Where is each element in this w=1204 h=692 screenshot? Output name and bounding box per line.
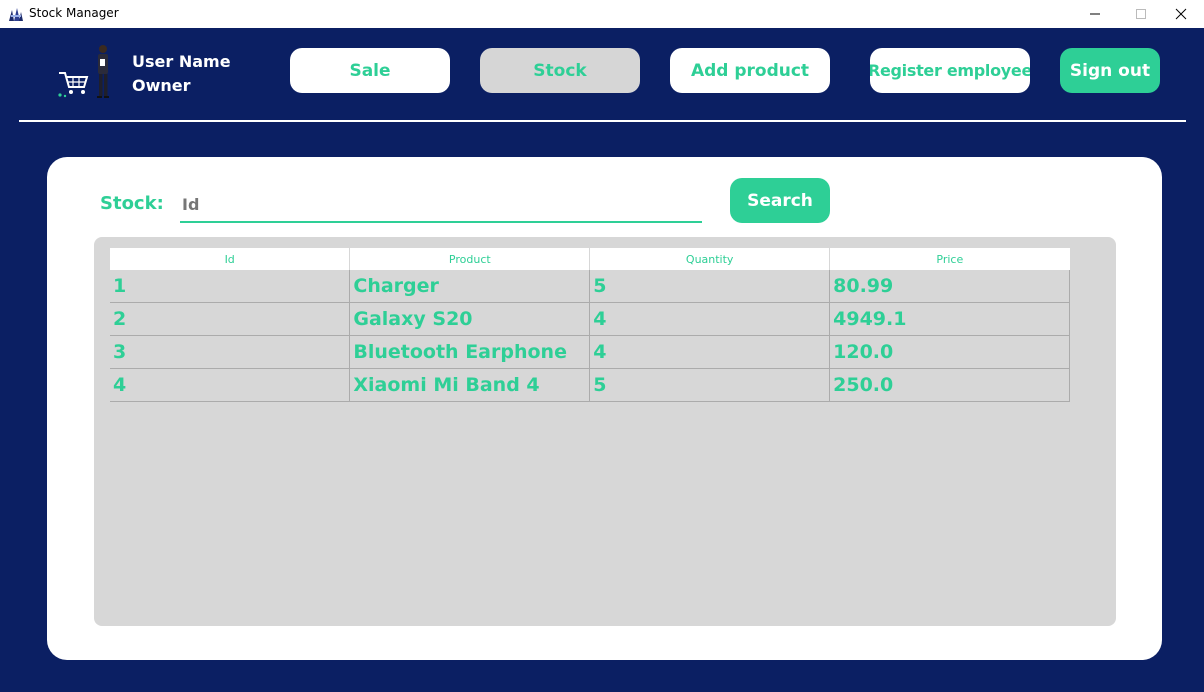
stock-table: Id Product Quantity Price 1 Charger 5 80… <box>110 248 1070 402</box>
cell-quantity[interactable]: 4 <box>589 302 831 336</box>
table-row[interactable]: 3 Bluetooth Earphone 4 120.0 <box>110 335 1070 369</box>
stock-id-search-input[interactable] <box>180 187 702 223</box>
table-row[interactable]: 4 Xiaomi Mi Band 4 5 250.0 <box>110 368 1070 402</box>
column-header-product[interactable]: Product <box>349 248 591 270</box>
cell-product[interactable]: Bluetooth Earphone <box>349 335 591 369</box>
sign-out-button[interactable]: Sign out <box>1060 48 1160 93</box>
header-divider <box>19 120 1186 122</box>
table-header-row: Id Product Quantity Price <box>110 248 1070 270</box>
cell-quantity[interactable]: 5 <box>589 368 831 402</box>
user-name: User Name <box>132 52 231 71</box>
close-icon <box>1175 8 1187 20</box>
stock-label: Stock: <box>100 193 164 214</box>
stock-button[interactable]: Stock <box>480 48 640 93</box>
search-button[interactable]: Search <box>730 178 830 223</box>
window-title: Stock Manager <box>29 6 119 20</box>
cell-product[interactable]: Galaxy S20 <box>349 302 591 336</box>
close-button[interactable] <box>1158 0 1204 28</box>
user-role: Owner <box>132 76 191 95</box>
cell-id[interactable]: 2 <box>110 302 351 336</box>
cell-price[interactable]: 4949.1 <box>829 302 1070 336</box>
table-row[interactable]: 1 Charger 5 80.99 <box>110 270 1070 303</box>
table-row[interactable]: 2 Galaxy S20 4 4949.1 <box>110 302 1070 336</box>
cell-price[interactable]: 80.99 <box>829 270 1070 303</box>
column-header-quantity[interactable]: Quantity <box>589 248 831 270</box>
cell-id[interactable]: 1 <box>110 270 351 303</box>
title-bar: Stock Manager <box>0 0 1204 28</box>
cell-product[interactable]: Xiaomi Mi Band 4 <box>349 368 591 402</box>
column-header-id[interactable]: Id <box>110 248 351 270</box>
minimize-button[interactable] <box>1072 0 1118 28</box>
cell-product[interactable]: Charger <box>349 270 591 303</box>
stock-table-panel: Id Product Quantity Price 1 Charger 5 80… <box>94 237 1116 626</box>
minimize-icon <box>1090 13 1100 15</box>
cell-id[interactable]: 4 <box>110 368 351 402</box>
column-header-price[interactable]: Price <box>829 248 1070 270</box>
cell-id[interactable]: 3 <box>110 335 351 369</box>
register-employee-button[interactable]: Register employee <box>870 48 1030 93</box>
maximize-icon <box>1136 9 1146 19</box>
cell-price[interactable]: 120.0 <box>829 335 1070 369</box>
stock-card: Stock: Search Id Product Quantity Price … <box>47 157 1162 660</box>
user-with-cart-illustration <box>58 45 109 98</box>
app-logo-icon <box>9 8 23 21</box>
stock-manager-window: Stock Manager User Name Owner Sale Stock… <box>0 0 1204 692</box>
cell-quantity[interactable]: 5 <box>589 270 831 303</box>
cell-quantity[interactable]: 4 <box>589 335 831 369</box>
add-product-button[interactable]: Add product <box>670 48 830 93</box>
cell-price[interactable]: 250.0 <box>829 368 1070 402</box>
sale-button[interactable]: Sale <box>290 48 450 93</box>
